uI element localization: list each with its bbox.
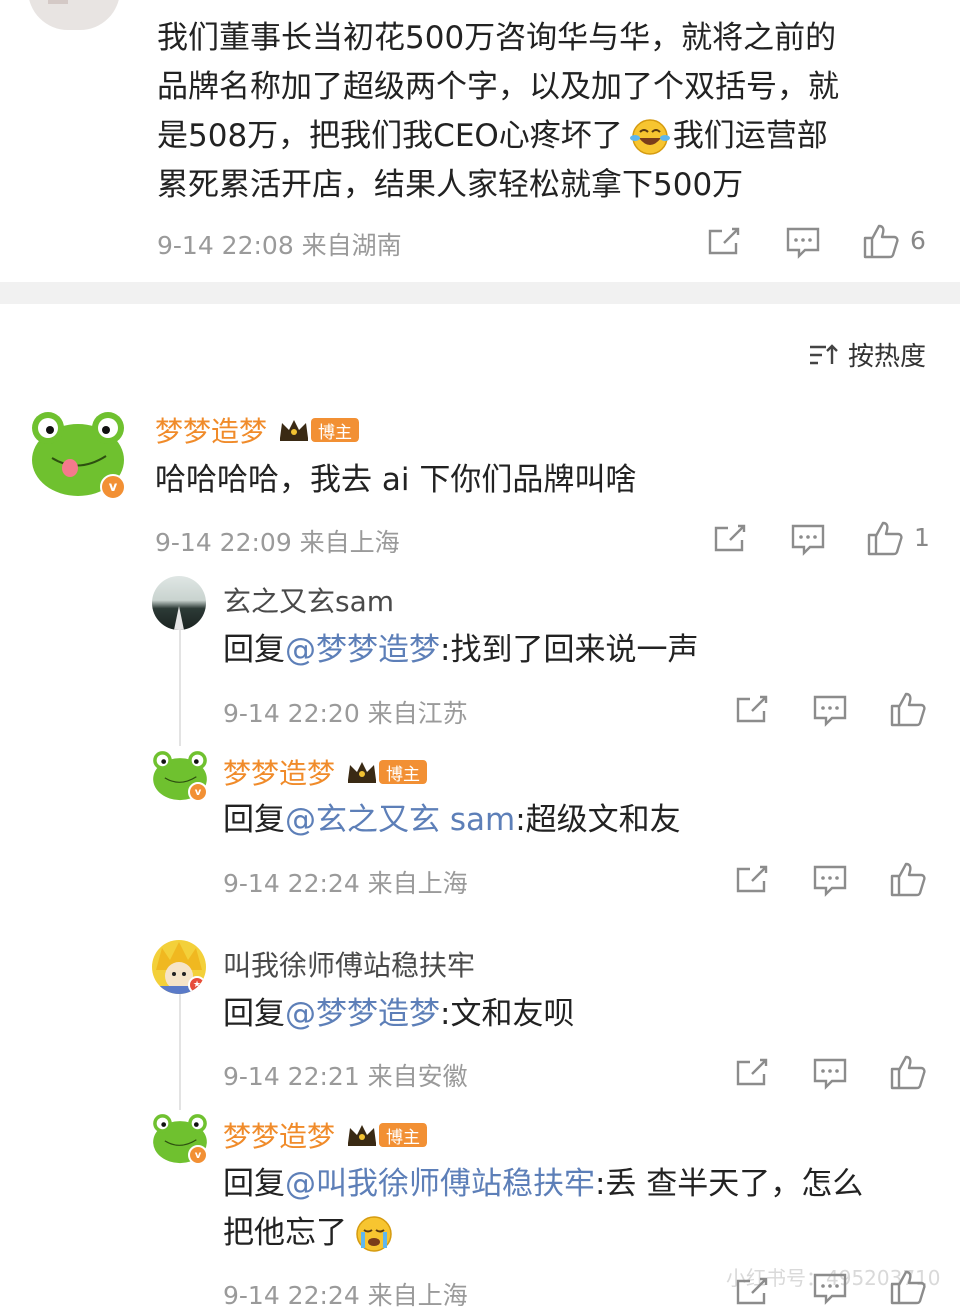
reply-line: 把他忘了 — [223, 1209, 923, 1258]
mention-link[interactable]: @梦梦造梦 — [285, 996, 440, 1032]
reply-meta: 9-14 22:24 来自上海 — [223, 1281, 468, 1310]
cry-emoji — [353, 1214, 395, 1254]
reply-content: :文和友呗 — [440, 996, 575, 1032]
avatar[interactable]: v — [152, 748, 208, 802]
top-avatar[interactable] — [28, 0, 120, 30]
badge-label: 博主 — [311, 418, 360, 443]
reply-prefix: 回复 — [223, 1166, 285, 1202]
like-count: 1 — [914, 523, 930, 552]
reply-prefix: 回复 — [223, 632, 285, 668]
thumbs-up-icon[interactable] — [889, 690, 927, 728]
comment-icon[interactable] — [812, 1272, 848, 1306]
top-comment-line-part: 是508万，把我们我CEO心疼坏了 — [157, 118, 623, 154]
sort-button[interactable]: 按热度 — [808, 336, 926, 373]
share-icon[interactable] — [712, 522, 748, 554]
thread-line — [179, 626, 181, 746]
username[interactable]: 叫我徐师傅站稳扶牢 — [223, 944, 475, 984]
blogger-badge: 博主 — [345, 759, 428, 785]
verified-badge: v — [188, 1145, 208, 1165]
username[interactable]: 玄之又玄sam — [223, 580, 394, 620]
verified-badge: v — [188, 782, 208, 802]
comment-header: 梦梦造梦 博主 — [155, 410, 360, 450]
mention-link[interactable]: @叫我徐师傅站稳扶牢 — [285, 1166, 595, 1202]
share-icon[interactable] — [706, 225, 742, 257]
comment-icon[interactable] — [812, 864, 848, 898]
blogger-badge: 博主 — [345, 1122, 428, 1148]
badge-label: 博主 — [379, 1123, 428, 1148]
top-comment-line: 我们董事长当初花500万咨询华与华，就将之前的 — [157, 20, 837, 56]
username[interactable]: 梦梦造梦 — [223, 1115, 335, 1155]
reply-line: 回复@叫我徐师傅站稳扶牢:丢 查半天了，怎么 — [223, 1160, 923, 1209]
thumbs-up-icon[interactable] — [862, 222, 900, 260]
crown-icon — [277, 417, 312, 443]
verified-badge: v — [100, 474, 126, 500]
share-icon[interactable] — [734, 693, 770, 725]
top-comment-line-part: 我们运营部 — [672, 118, 828, 154]
avatar[interactable]: v — [152, 1111, 208, 1165]
comment-text: 哈哈哈哈，我去 ai 下你们品牌叫啥 — [155, 462, 637, 498]
avatar[interactable]: v — [30, 408, 126, 500]
crown-icon — [345, 1122, 380, 1148]
reply-prefix: 回复 — [223, 996, 285, 1032]
share-icon[interactable] — [734, 1056, 770, 1088]
reply-meta: 9-14 22:24 来自上海 — [223, 869, 468, 898]
section-divider — [0, 282, 960, 304]
reply-text: 回复@梦梦造梦:找到了回来说一声 — [223, 626, 698, 675]
top-comment-line: 品牌名称加了超级两个字，以及加了个双括号，就 — [157, 69, 839, 105]
sort-label: 按热度 — [848, 342, 927, 372]
thumbs-up-icon[interactable] — [866, 519, 904, 557]
reply-header: 梦梦造梦 博主 — [223, 752, 428, 792]
badge-label: 博主 — [379, 760, 428, 785]
thread-line — [179, 990, 181, 1110]
reply-meta: 9-14 22:20 来自江苏 — [223, 699, 468, 728]
reply-text: 回复@梦梦造梦:文和友呗 — [223, 990, 574, 1039]
thumbs-up-icon[interactable] — [889, 860, 927, 898]
top-comment-line: 累死累活开店，结果人家轻松就拿下500万 — [157, 167, 744, 203]
thumbs-up-icon[interactable] — [889, 1053, 927, 1091]
crown-icon — [345, 759, 380, 785]
comment-icon[interactable] — [790, 523, 826, 557]
top-comment-meta: 9-14 22:08 来自湖南 — [157, 231, 402, 260]
reply-content: :找到了回来说一声 — [440, 632, 699, 668]
verified-badge: ★ — [188, 976, 206, 994]
comment-icon[interactable] — [812, 694, 848, 728]
reply-content: :丢 查半天了，怎么 — [595, 1166, 864, 1202]
reply-text: 回复@玄之又玄 sam:超级文和友 — [223, 796, 681, 845]
reply-header: 梦梦造梦 博主 — [223, 1115, 428, 1155]
blogger-badge: 博主 — [277, 417, 360, 443]
like-count: 6 — [910, 226, 926, 255]
share-icon[interactable] — [734, 863, 770, 895]
top-comment-line: 是508万，把我们我CEO心疼坏了 我们运营部 — [157, 112, 937, 161]
avatar[interactable] — [152, 576, 206, 630]
username[interactable]: 梦梦造梦 — [155, 410, 267, 450]
laugh-cry-emoji — [629, 117, 671, 157]
mention-link[interactable]: @梦梦造梦 — [285, 632, 440, 668]
reply-meta: 9-14 22:21 来自安徽 — [223, 1062, 468, 1091]
top-comment-body: 我们董事长当初花500万咨询华与华，就将之前的 品牌名称加了超级两个字，以及加了… — [157, 14, 937, 210]
comment-icon[interactable] — [812, 1057, 848, 1091]
reply-content: 把他忘了 — [223, 1215, 347, 1251]
reply-text: 回复@叫我徐师傅站稳扶牢:丢 查半天了，怎么 把他忘了 — [223, 1160, 923, 1258]
sort-icon — [808, 342, 838, 368]
share-icon[interactable] — [734, 1275, 770, 1307]
comment-meta: 9-14 22:09 来自上海 — [155, 528, 400, 557]
mention-link[interactable]: @玄之又玄 sam — [285, 802, 515, 838]
avatar[interactable]: ★ — [152, 940, 206, 994]
thumbs-up-icon[interactable] — [889, 1268, 927, 1306]
comment-icon[interactable] — [785, 226, 821, 260]
username[interactable]: 梦梦造梦 — [223, 752, 335, 792]
reply-prefix: 回复 — [223, 802, 285, 838]
reply-content: :超级文和友 — [515, 802, 681, 838]
